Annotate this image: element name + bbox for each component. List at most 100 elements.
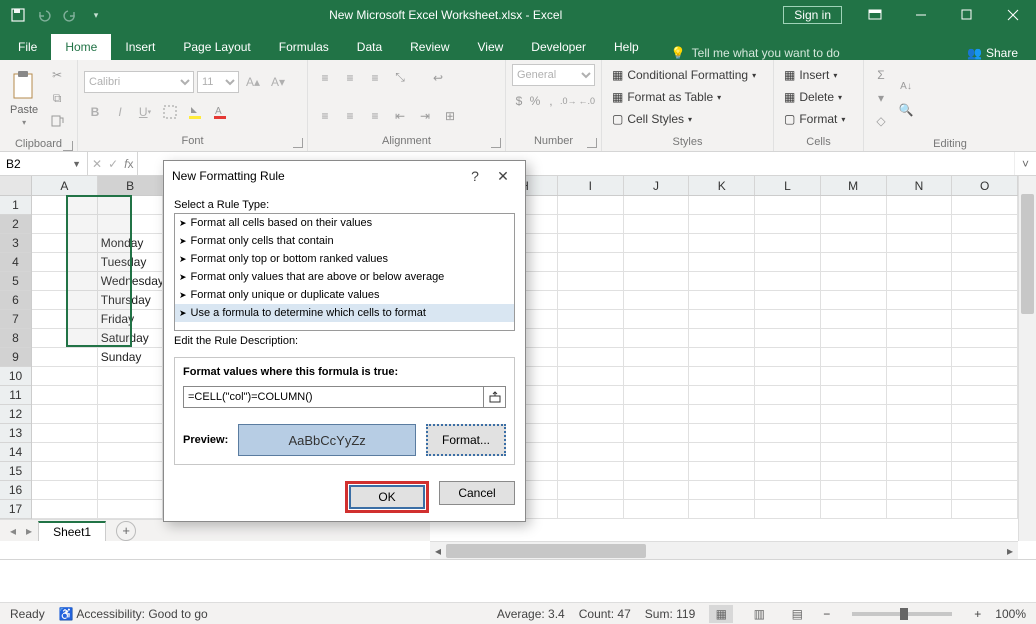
name-box[interactable]: B2▼	[0, 152, 88, 175]
cell[interactable]	[624, 329, 690, 348]
cell[interactable]	[558, 386, 624, 405]
format-button[interactable]: Format...	[426, 424, 506, 456]
align-left-icon[interactable]: ≡	[314, 105, 336, 127]
row-header[interactable]: 13	[0, 424, 31, 443]
column-header[interactable]: L	[755, 176, 821, 195]
cell[interactable]	[558, 253, 624, 272]
rule-type-item[interactable]: ➤ Format only top or bottom ranked value…	[175, 250, 514, 268]
cell[interactable]	[755, 424, 821, 443]
row-header[interactable]: 14	[0, 443, 31, 462]
maximize-icon[interactable]	[944, 0, 990, 30]
cell[interactable]	[624, 272, 690, 291]
cell[interactable]	[952, 367, 1018, 386]
cell[interactable]	[689, 424, 755, 443]
cell[interactable]	[558, 272, 624, 291]
cell[interactable]	[887, 234, 953, 253]
cell[interactable]	[821, 348, 887, 367]
ribbon-display-options-icon[interactable]	[852, 0, 898, 30]
delete-cells-button[interactable]: ▦Delete▾	[780, 86, 846, 108]
cell[interactable]	[887, 462, 953, 481]
orientation-icon[interactable]: ⤡	[389, 67, 411, 89]
accessibility-status[interactable]: ♿ Accessibility: Good to go	[59, 607, 208, 621]
redo-icon[interactable]	[58, 3, 82, 27]
align-top-icon[interactable]: ≡	[314, 67, 336, 89]
rule-type-item[interactable]: ➤ Format only values that are above or b…	[175, 268, 514, 286]
cell[interactable]	[821, 291, 887, 310]
underline-icon[interactable]: U▾	[134, 101, 156, 123]
tab-file[interactable]: File	[4, 34, 51, 60]
column-header[interactable]: M	[821, 176, 887, 195]
cell[interactable]	[689, 196, 755, 215]
cell[interactable]	[887, 310, 953, 329]
save-icon[interactable]	[6, 3, 30, 27]
cell[interactable]	[689, 272, 755, 291]
cell[interactable]	[952, 196, 1018, 215]
cell[interactable]	[821, 462, 887, 481]
cell[interactable]	[821, 481, 887, 500]
cell[interactable]	[952, 443, 1018, 462]
cell[interactable]	[887, 329, 953, 348]
zoom-out-button[interactable]: −	[823, 607, 830, 621]
cell[interactable]	[98, 196, 164, 215]
cell[interactable]	[624, 462, 690, 481]
cell[interactable]	[624, 367, 690, 386]
format-cells-button[interactable]: ▢Format▾	[780, 108, 849, 130]
cell[interactable]	[887, 500, 953, 519]
cell[interactable]	[624, 443, 690, 462]
cell[interactable]: Monday	[98, 234, 164, 253]
cell[interactable]	[887, 443, 953, 462]
cell[interactable]	[32, 443, 98, 462]
cell[interactable]	[558, 424, 624, 443]
sheet-tab[interactable]: Sheet1	[38, 521, 106, 541]
rule-type-item[interactable]: ➤ Format only unique or duplicate values	[175, 286, 514, 304]
cell[interactable]	[98, 424, 164, 443]
cell-styles-button[interactable]: ▢Cell Styles▾	[608, 108, 696, 130]
cell[interactable]	[821, 196, 887, 215]
cell[interactable]	[689, 253, 755, 272]
cell[interactable]	[755, 215, 821, 234]
undo-icon[interactable]	[32, 3, 56, 27]
cell[interactable]	[821, 443, 887, 462]
cell[interactable]	[32, 310, 98, 329]
row-header[interactable]: 12	[0, 405, 31, 424]
cell[interactable]	[887, 424, 953, 443]
cell[interactable]	[32, 481, 98, 500]
row-header[interactable]: 5	[0, 272, 31, 291]
column-header[interactable]: J	[624, 176, 690, 195]
cell[interactable]	[952, 500, 1018, 519]
cell[interactable]	[624, 253, 690, 272]
number-format-select[interactable]: General	[512, 64, 595, 86]
cell[interactable]	[755, 234, 821, 253]
cell[interactable]	[98, 500, 164, 519]
cell[interactable]	[952, 481, 1018, 500]
rule-type-item[interactable]: ➤ Use a formula to determine which cells…	[175, 304, 514, 322]
tab-insert[interactable]: Insert	[111, 34, 169, 60]
comma-format-icon[interactable]: ,	[544, 90, 558, 112]
enter-formula-icon[interactable]: ✓	[108, 157, 118, 171]
cell[interactable]	[887, 272, 953, 291]
cell[interactable]	[32, 405, 98, 424]
accounting-format-icon[interactable]: $	[512, 90, 526, 112]
cell[interactable]	[755, 405, 821, 424]
column-header[interactable]: N	[887, 176, 953, 195]
tab-formulas[interactable]: Formulas	[265, 34, 343, 60]
tab-review[interactable]: Review	[396, 34, 463, 60]
minimize-icon[interactable]	[898, 0, 944, 30]
row-header[interactable]: 8	[0, 329, 31, 348]
column-header[interactable]: A	[32, 176, 98, 195]
alignment-launcher-icon[interactable]	[491, 138, 501, 148]
cell[interactable]	[689, 500, 755, 519]
cell[interactable]	[32, 215, 98, 234]
row-header[interactable]: 17	[0, 500, 31, 519]
cell[interactable]	[755, 196, 821, 215]
cell[interactable]	[32, 386, 98, 405]
cell[interactable]	[952, 215, 1018, 234]
cell[interactable]	[558, 367, 624, 386]
tab-view[interactable]: View	[464, 34, 518, 60]
cell[interactable]	[624, 291, 690, 310]
cell[interactable]	[689, 215, 755, 234]
tab-developer[interactable]: Developer	[517, 34, 600, 60]
cell[interactable]	[689, 367, 755, 386]
add-sheet-button[interactable]: +	[116, 521, 136, 541]
cell[interactable]	[887, 253, 953, 272]
